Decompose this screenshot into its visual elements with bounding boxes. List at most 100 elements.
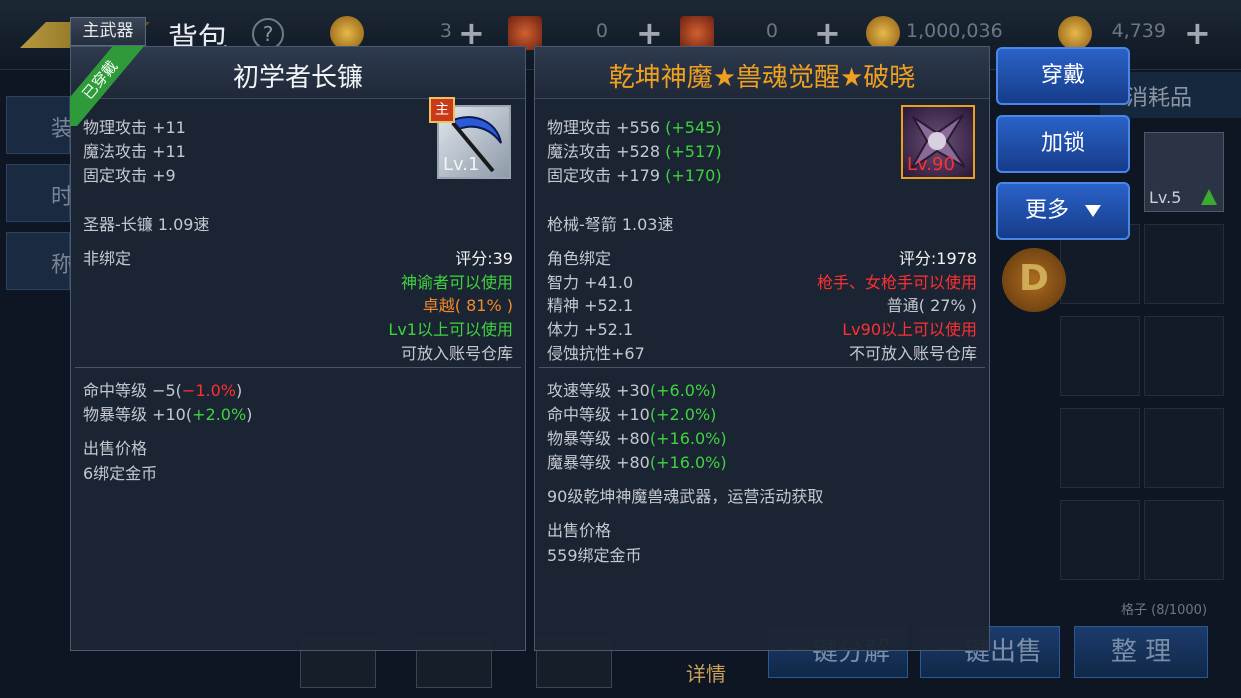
equip-button[interactable]: 穿戴: [996, 47, 1130, 105]
inventory-slot[interactable]: [1144, 500, 1224, 580]
item-quality: 卓越( 81% ): [422, 296, 513, 315]
bonus-value: (+6.0%): [649, 381, 717, 400]
bonus-value: −1.0%: [181, 381, 236, 400]
class-requirement: 枪手、女枪手可以使用: [816, 273, 977, 292]
side-tab-equipment[interactable]: 装: [6, 96, 73, 154]
bonus-magic-crit: 魔暴等级 +80(+16.0%): [547, 449, 727, 473]
sell-price: 6绑定金币: [83, 464, 158, 483]
side-tab-title[interactable]: 称: [6, 232, 73, 290]
bonus-physical-crit: 物暴等级 +80(+16.0%): [547, 425, 727, 449]
stat-magic-attack: 魔法攻击 +528 (+517): [547, 138, 722, 162]
item-level: Lv.5: [1149, 188, 1182, 207]
stat-diff: (+517): [665, 142, 722, 161]
stat-diff: (+170): [665, 166, 722, 185]
weapon-type-speed: 圣器-长镰 1.09速: [83, 215, 210, 234]
item-level: Lv.90: [907, 154, 955, 175]
attr-corrosion-resist: 侵蚀抗性+67: [547, 344, 645, 363]
gold-coin-icon: [866, 16, 900, 50]
bonus-close: ): [235, 381, 243, 400]
bonus-label: 物暴等级 +80: [547, 429, 650, 448]
inventory-slot[interactable]: [1144, 224, 1224, 304]
bonus-hit: 命中等级 +10(+2.0%): [547, 401, 716, 425]
divider: [539, 367, 985, 368]
equipped-item-tooltip: 已穿戴 初学者长镰 主 Lv.1 物理攻击 +11 魔法攻击 +11 固定攻击 …: [70, 46, 526, 651]
bonus-label: 物暴等级 +10(: [83, 405, 193, 424]
level-requirement: Lv1以上可以使用: [388, 320, 513, 339]
more-label: 更多: [1024, 198, 1069, 223]
stat-diff: (+545): [665, 118, 722, 137]
storage-status: 不可放入账号仓库: [848, 344, 977, 363]
coin-icon: [1058, 16, 1092, 50]
tooltip-header: 乾坤神魔★兽魂觉醒★破晓: [535, 47, 989, 99]
resource-value: 3: [439, 20, 452, 42]
sell-price: 559绑定金币: [547, 546, 642, 565]
equipped-ribbon-label: 已穿戴: [70, 46, 148, 126]
attr-vitality: 体力 +52.1: [547, 320, 634, 339]
resource-value: 1,000,036: [906, 20, 1003, 42]
stat-label: 物理攻击 +556: [547, 118, 661, 137]
slot-count: 格子 (8/1000): [1121, 603, 1208, 618]
inventory-slot[interactable]: [1144, 316, 1224, 396]
stat-physical-attack: 物理攻击 +556 (+545): [547, 114, 722, 138]
bonus-hit: 命中等级 −5(−1.0%): [83, 377, 242, 401]
scroll-icon: [680, 16, 714, 50]
inventory-slot[interactable]: [1060, 408, 1140, 488]
item-score: 评分:1978: [898, 249, 977, 268]
bonus-label: 魔暴等级 +80: [547, 453, 650, 472]
bonus-label: 命中等级 −5(: [83, 381, 182, 400]
bonus-crit: 物暴等级 +10(+2.0%): [83, 401, 252, 425]
chevron-down-icon: [1085, 205, 1101, 217]
storage-status: 可放入账号仓库: [400, 344, 513, 363]
inventory-slot[interactable]: [1060, 500, 1140, 580]
stat-label: 固定攻击 +179: [547, 166, 661, 185]
main-weapon-tab: 主武器: [70, 17, 146, 46]
d-badge-icon[interactable]: D: [1002, 248, 1066, 312]
level-requirement: Lv90以上可以使用: [842, 320, 977, 339]
bonus-value: (+16.0%): [649, 453, 727, 472]
lock-label: 加锁: [1040, 131, 1085, 156]
bonus-value: +2.0%: [192, 405, 247, 424]
selected-item-tooltip: 乾坤神魔★兽魂觉醒★破晓 Lv.90 物理攻击 +556 (+545) 魔法攻击…: [534, 46, 990, 651]
attr-spirit: 精神 +52.1: [547, 296, 634, 315]
add-resource-button[interactable]: +: [1184, 14, 1211, 52]
attr-intelligence: 智力 +41.0: [547, 273, 634, 292]
sell-price-label: 出售价格: [83, 439, 148, 458]
bonus-value: (+2.0%): [649, 405, 717, 424]
resource-value: 4,739: [1111, 20, 1166, 42]
binding-status: 非绑定: [83, 249, 132, 268]
inventory-slot[interactable]: [1144, 408, 1224, 488]
main-weapon-badge-icon: 主: [429, 97, 455, 123]
more-button[interactable]: 更多: [996, 182, 1130, 240]
item-description: 90级乾坤神魔兽魂武器，运营活动获取: [547, 487, 824, 506]
detail-label[interactable]: 详情: [686, 658, 726, 687]
coin-icon: [330, 16, 364, 50]
class-requirement: 神谕者可以使用: [400, 273, 513, 292]
crossbow-icon: Lv.90: [901, 105, 975, 179]
scroll-icon: [508, 16, 542, 50]
sort-button[interactable]: 整 理: [1074, 626, 1208, 678]
item-name: 乾坤神魔★兽魂觉醒★破晓: [608, 63, 916, 93]
weapon-type-speed: 枪械-弩箭 1.03速: [547, 215, 674, 234]
bonus-label: 命中等级 +10: [547, 405, 650, 424]
inventory-slot[interactable]: [1060, 316, 1140, 396]
lock-button[interactable]: 加锁: [996, 115, 1130, 173]
bonus-attack-speed: 攻速等级 +30(+6.0%): [547, 377, 716, 401]
stat-fixed-attack: 固定攻击 +9: [83, 166, 176, 185]
equip-label: 穿戴: [1040, 63, 1085, 88]
bonus-label: 攻速等级 +30: [547, 381, 650, 400]
stat-magic-attack: 魔法攻击 +11: [83, 142, 186, 161]
resource-value: 0: [595, 20, 608, 42]
upgrade-arrow-icon: [1201, 189, 1217, 205]
sell-price-label: 出售价格: [547, 521, 612, 540]
item-score: 评分:39: [455, 249, 513, 268]
item-quality: 普通( 27% ): [886, 296, 977, 315]
item-level: Lv.1: [443, 154, 480, 175]
bonus-close: ): [246, 405, 253, 424]
inventory-slot-item[interactable]: Lv.5: [1144, 132, 1224, 212]
binding-status: 角色绑定: [547, 249, 612, 268]
equipped-ribbon: 已穿戴: [70, 46, 150, 126]
divider: [75, 367, 521, 368]
side-tab-fashion[interactable]: 时: [6, 164, 73, 222]
stat-label: 魔法攻击 +528: [547, 142, 661, 161]
bonus-value: (+16.0%): [649, 429, 727, 448]
